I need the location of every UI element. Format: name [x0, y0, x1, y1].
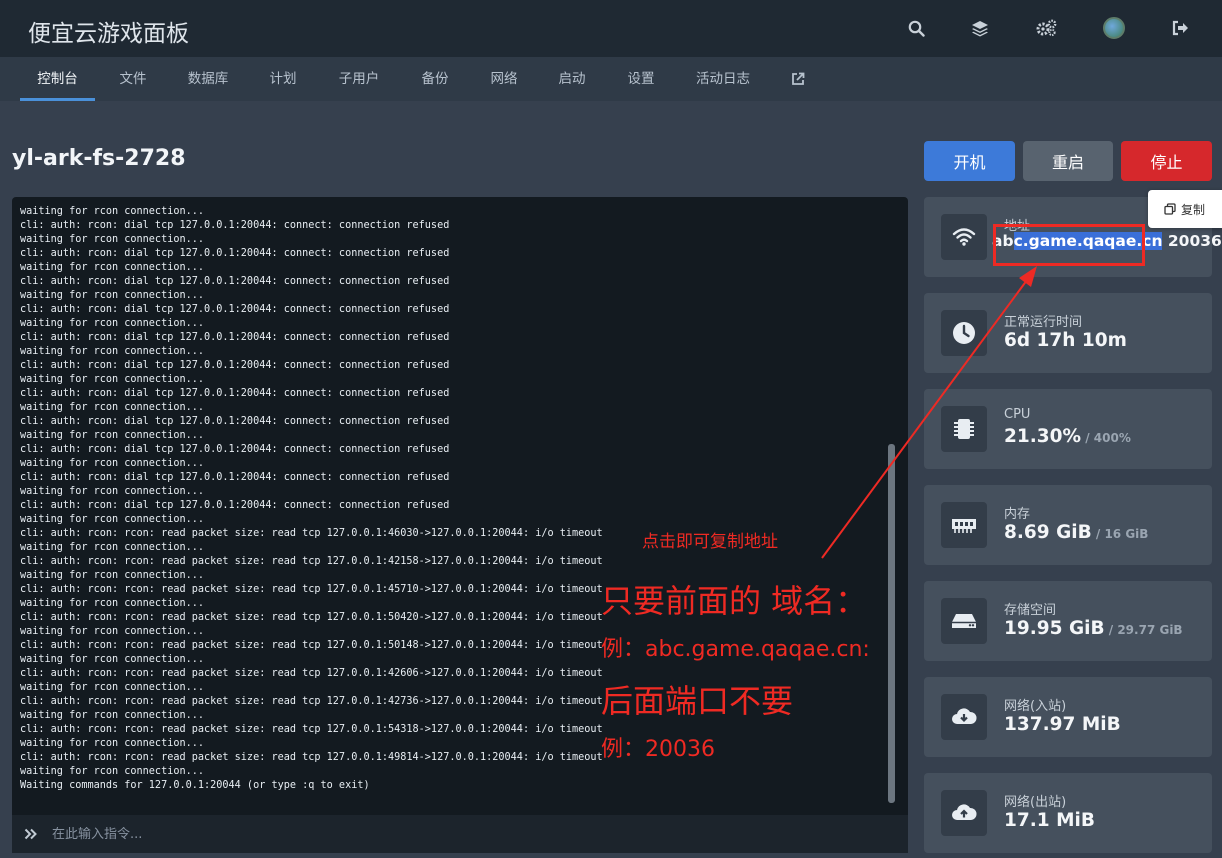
sub-navigation: 控制台 文件 数据库 计划 子用户 备份 网络 启动 设置 活动日志 — [0, 57, 1222, 101]
tab-activity-log[interactable]: 活动日志 — [688, 57, 758, 101]
console-line: waiting for rcon connection... — [20, 206, 205, 217]
console-output[interactable]: waiting for rcon connection... cli: auth:… — [12, 197, 908, 815]
layers-icon[interactable] — [968, 16, 992, 40]
cloud-upload-icon — [941, 790, 987, 836]
console-line: cli: auth: rcon: rcon: read packet size:… — [20, 724, 603, 735]
annotation-highlight-box — [993, 224, 1145, 266]
tab-settings[interactable]: 设置 — [618, 57, 664, 101]
tab-subusers[interactable]: 子用户 — [330, 57, 388, 101]
stat-storage: 存储空间 19.95 GiB / 29.77 GiB — [924, 581, 1212, 661]
console-line: waiting for rcon connection... — [20, 318, 205, 329]
clock-icon — [941, 310, 987, 356]
console-line: cli: auth: rcon: dial tcp 127.0.0.1:2004… — [20, 444, 450, 455]
command-input[interactable] — [52, 826, 892, 842]
console-line: waiting for rcon connection... — [20, 486, 205, 497]
stat-memory-limit: / 16 GiB — [1091, 527, 1149, 541]
tab-files[interactable]: 文件 — [110, 57, 156, 101]
search-icon[interactable] — [904, 16, 928, 40]
annotation-line-3: 后面端口不要 — [601, 682, 794, 720]
top-bar: 便宜云游戏面板 — [0, 0, 1222, 57]
stat-network-in-value: 137.97 MiB — [1004, 714, 1121, 735]
console-line: cli: auth: rcon: rcon: read packet size:… — [20, 752, 603, 763]
console-line: waiting for rcon connection... — [20, 290, 205, 301]
console-line: cli: auth: rcon: dial tcp 127.0.0.1:2004… — [20, 276, 450, 287]
stat-storage-value: 19.95 GiB — [1004, 618, 1105, 639]
copy-tooltip-label: 复制 — [1181, 202, 1206, 217]
stat-network-out-value: 17.1 MiB — [1004, 810, 1095, 831]
console-line: cli: auth: rcon: dial tcp 127.0.0.1:2004… — [20, 416, 450, 427]
copy-icon — [1164, 203, 1176, 215]
tab-network[interactable]: 网络 — [481, 57, 527, 101]
console-line: cli: auth: rcon: dial tcp 127.0.0.1:2004… — [20, 500, 450, 511]
console-line: cli: auth: rcon: dial tcp 127.0.0.1:2004… — [20, 220, 450, 231]
annotation-line-2: 例：abc.game.qaqae.cn: — [601, 637, 870, 662]
stat-network-in-label: 网络(入站) — [1004, 699, 1067, 714]
stat-memory: 内存 8.69 GiB / 16 GiB — [924, 485, 1212, 565]
stat-cpu: CPU 21.30% / 400% — [924, 389, 1212, 469]
stat-uptime: 正常运行时间 6d 17h 10m — [924, 293, 1212, 373]
console-line: waiting for rcon connection... — [20, 402, 205, 413]
stat-uptime-label: 正常运行时间 — [1004, 315, 1083, 330]
address-port: 20036 — [1162, 232, 1222, 250]
stat-storage-value-wrap: 19.95 GiB / 29.77 GiB — [1004, 618, 1183, 639]
console-line: waiting for rcon connection... — [20, 738, 205, 749]
stat-uptime-value: 6d 17h 10m — [1004, 330, 1127, 351]
cogs-icon[interactable] — [1034, 16, 1058, 40]
console-line: waiting for rcon connection... — [20, 346, 205, 357]
cloud-download-icon — [941, 694, 987, 740]
tab-console[interactable]: 控制台 — [20, 57, 95, 101]
console-line: waiting for rcon connection... — [20, 374, 205, 385]
console-line: cli: auth: rcon: dial tcp 127.0.0.1:2004… — [20, 248, 450, 259]
external-link-icon[interactable] — [786, 57, 810, 101]
stat-cpu-label: CPU — [1004, 407, 1031, 422]
command-bar — [12, 815, 908, 853]
server-name: yl-ark-fs-2728 — [12, 146, 186, 171]
wifi-icon — [941, 214, 987, 260]
hdd-icon — [941, 598, 987, 644]
double-chevron-right-icon — [24, 825, 44, 844]
stat-memory-value: 8.69 GiB — [1004, 522, 1092, 543]
console-line: cli: auth: rcon: dial tcp 127.0.0.1:2004… — [20, 360, 450, 371]
console-line: waiting for rcon connection... — [20, 766, 205, 777]
console-line: cli: auth: rcon: dial tcp 127.0.0.1:2004… — [20, 388, 450, 399]
sign-out-icon[interactable] — [1168, 16, 1192, 40]
avatar[interactable] — [1102, 16, 1126, 40]
memory-icon — [941, 502, 987, 548]
console-line: cli: auth: rcon: dial tcp 127.0.0.1:2004… — [20, 472, 450, 483]
console-scrollbar[interactable] — [888, 444, 895, 803]
stat-cpu-value: 21.30% — [1004, 426, 1082, 447]
tab-schedules[interactable]: 计划 — [260, 57, 306, 101]
console-line: waiting for rcon connection... — [20, 430, 205, 441]
stat-memory-value-wrap: 8.69 GiB / 16 GiB — [1004, 522, 1148, 543]
stat-network-out-label: 网络(出站) — [1004, 795, 1067, 810]
stat-storage-limit: / 29.77 GiB — [1104, 623, 1183, 637]
tab-backups[interactable]: 备份 — [412, 57, 458, 101]
console-line: waiting for rcon connection... — [20, 262, 205, 273]
restart-button[interactable]: 重启 — [1023, 141, 1113, 181]
tab-database[interactable]: 数据库 — [180, 57, 236, 101]
console-line: cli: auth: rcon: rcon: read packet size:… — [20, 556, 603, 567]
tab-startup[interactable]: 启动 — [549, 57, 595, 101]
start-button[interactable]: 开机 — [924, 141, 1015, 181]
console-line: cli: auth: rcon: dial tcp 127.0.0.1:2004… — [20, 304, 450, 315]
stat-cpu-limit: / 400% — [1081, 431, 1131, 445]
brand-title[interactable]: 便宜云游戏面板 — [28, 14, 189, 48]
copy-tooltip[interactable]: 复制 — [1148, 190, 1222, 228]
console-line: waiting for rcon connection... — [20, 514, 205, 525]
console-line: waiting for rcon connection... — [20, 234, 205, 245]
console-line: Waiting commands for 127.0.0.1:20044 (or… — [20, 780, 370, 791]
chip-icon — [941, 406, 987, 452]
annotation-line-1: 只要前面的 域名： — [601, 582, 868, 620]
console-line: cli: auth: rcon: dial tcp 127.0.0.1:2004… — [20, 332, 450, 343]
avatar-image — [1103, 17, 1125, 39]
stat-network-out: 网络(出站) 17.1 MiB — [924, 773, 1212, 853]
stat-network-in: 网络(入站) 137.97 MiB — [924, 677, 1212, 757]
annotation-line-4: 例：20036 — [601, 737, 715, 762]
stat-cpu-value-wrap: 21.30% / 400% — [1004, 426, 1131, 447]
stat-memory-label: 内存 — [1004, 507, 1031, 522]
annotation-click-hint: 点击即可复制地址 — [642, 532, 778, 552]
stat-storage-label: 存储空间 — [1004, 603, 1057, 618]
console-line: waiting for rcon connection... — [20, 458, 205, 469]
stop-button[interactable]: 停止 — [1121, 141, 1212, 181]
